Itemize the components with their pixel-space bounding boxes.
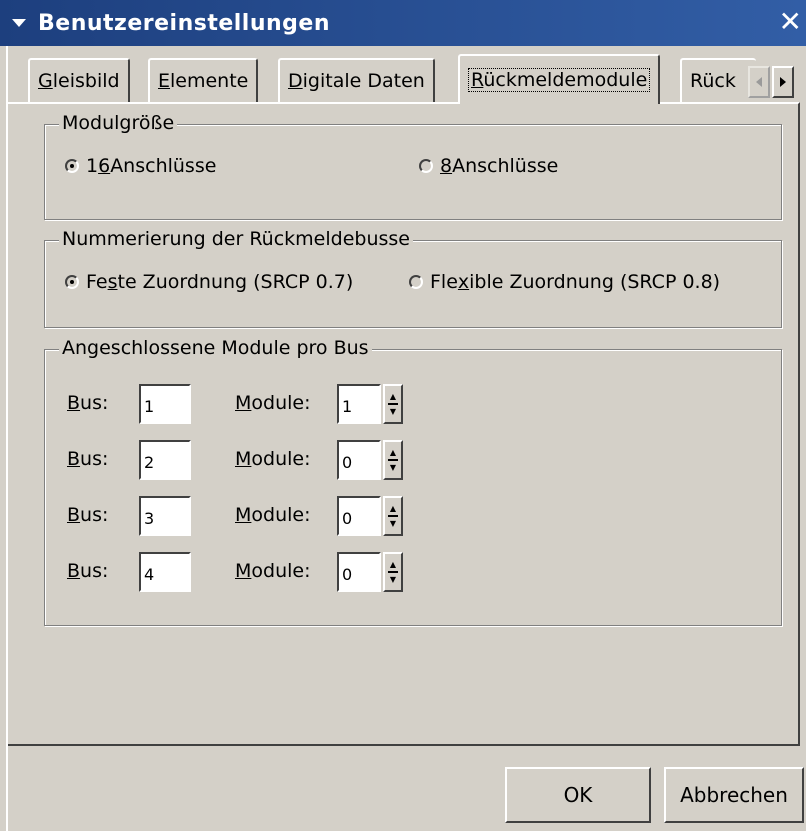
tab-elemente-label: lemente: [170, 70, 249, 92]
tab-elemente[interactable]: Elemente: [148, 58, 259, 102]
numbering-title: Nummerierung der Rückmeldebusse: [59, 228, 413, 250]
bus-input[interactable]: 4: [139, 552, 191, 592]
chevron-right-icon: [780, 77, 786, 87]
radio-indicator: [65, 275, 79, 289]
radio-fixed-label: te Zuordnung (SRCP 0.7): [117, 271, 354, 293]
module-label: Module:: [235, 560, 311, 582]
tab-gleisbild[interactable]: Gleisbild: [28, 58, 130, 102]
bus-label: Bus:: [67, 560, 109, 582]
tab-digitale-daten-mnemonic: D: [288, 70, 303, 92]
tab-gleisbild-label: leisbild: [52, 70, 120, 92]
bus-row: Bus: 4 Module: 0 ▲ ▼: [67, 552, 427, 592]
radio-8-connections[interactable]: 8 Anschlüsse: [419, 155, 558, 177]
radio-fixed-mnemonic: s: [107, 271, 118, 293]
title-bar: Benutzereinstellungen ✕: [0, 0, 806, 46]
numbering-group: Nummerierung der Rückmeldebusse Fe s te Zu…: [44, 228, 782, 328]
modules-per-bus-group: Angeschlossene Module pro Bus Bus: 1 Mod…: [44, 337, 782, 626]
radio-16-label-pre: 1: [86, 155, 99, 177]
module-count-stepper[interactable]: ▲ ▼: [383, 440, 403, 480]
tab-rueck-label: Rück: [690, 70, 736, 92]
module-count-input[interactable]: 1: [337, 384, 381, 424]
module-count-stepper[interactable]: ▲ ▼: [383, 384, 403, 424]
close-icon[interactable]: ✕: [779, 8, 802, 36]
tab-scroll-left-button[interactable]: [748, 66, 770, 98]
tab-gleisbild-mnemonic: G: [38, 70, 53, 92]
module-count-input[interactable]: 0: [337, 440, 381, 480]
tab-scroll-right-button[interactable]: [772, 66, 794, 98]
radio-fixed-assignment[interactable]: Fe s te Zuordnung (SRCP 0.7): [65, 271, 353, 293]
module-count-input[interactable]: 0: [337, 552, 381, 592]
radio-flexible-assignment[interactable]: Fle x ible Zuordnung (SRCP 0.8): [409, 271, 720, 293]
radio-flexible-label: ible Zuordnung (SRCP 0.8): [469, 271, 721, 293]
bus-label: Bus:: [67, 448, 109, 470]
tab-rueckmeldemodule-mnemonic: R: [471, 69, 484, 91]
radio-16-mnemonic: 6: [98, 155, 111, 177]
module-size-title: Modulgröße: [59, 112, 178, 134]
ok-button[interactable]: OK: [505, 767, 651, 823]
bus-row: Bus: 2 Module: 0 ▲ ▼: [67, 440, 427, 480]
radio-16-connections[interactable]: 16 Anschlüsse: [65, 155, 216, 177]
radio-flexible-mnemonic: x: [457, 271, 470, 293]
bus-label: Bus:: [67, 392, 109, 414]
modules-per-bus-title: Angeschlossene Module pro Bus: [59, 337, 372, 359]
tab-elemente-mnemonic: E: [158, 70, 171, 92]
bus-row: Bus: 1 Module: 1 ▲ ▼: [67, 384, 427, 424]
tab-digitale-daten-label: igitale Daten: [302, 70, 425, 92]
module-count-stepper[interactable]: ▲ ▼: [383, 552, 403, 592]
cancel-button[interactable]: Abbrechen: [664, 767, 804, 823]
radio-16-label: Anschlüsse: [110, 155, 217, 177]
tab-rueckmeldemodule[interactable]: Rückmeldemodule: [458, 54, 661, 104]
window-title: Benutzereinstellungen: [38, 10, 330, 36]
module-size-group: Modulgröße 16 Anschlüsse 8 Anschlüsse: [44, 112, 782, 220]
radio-indicator: [409, 275, 423, 289]
dialog-body: Gleisbild Elemente Digitale Daten Rückme…: [6, 46, 800, 831]
tab-digitale-daten[interactable]: Digitale Daten: [278, 58, 435, 102]
radio-8-mnemonic: 8: [440, 155, 453, 177]
bus-label: Bus:: [67, 504, 109, 526]
bus-input[interactable]: 2: [139, 440, 191, 480]
radio-indicator: [419, 159, 433, 173]
module-label: Module:: [235, 448, 311, 470]
tab-rueck-clipped[interactable]: Rück: [680, 58, 756, 102]
window-menu-icon[interactable]: [0, 17, 38, 29]
chevron-left-icon: [756, 77, 762, 87]
module-label: Module:: [235, 392, 311, 414]
bus-input[interactable]: 1: [139, 384, 191, 424]
bus-row: Bus: 3 Module: 0 ▲ ▼: [67, 496, 427, 536]
radio-8-label: Anschlüsse: [452, 155, 559, 177]
module-count-stepper[interactable]: ▲ ▼: [383, 496, 403, 536]
tab-bar: Gleisbild Elemente Digitale Daten Rückme…: [8, 54, 800, 104]
tab-panel: Modulgröße 16 Anschlüsse 8 Anschlüsse Nu…: [8, 102, 800, 746]
radio-indicator: [65, 159, 79, 173]
module-label: Module:: [235, 504, 311, 526]
radio-fixed-label-pre: Fe: [86, 271, 108, 293]
tab-rueckmeldemodule-label: ückmeldemodule: [483, 69, 648, 91]
module-count-input[interactable]: 0: [337, 496, 381, 536]
radio-flexible-label-pre: Fle: [430, 271, 458, 293]
bus-input[interactable]: 3: [139, 496, 191, 536]
